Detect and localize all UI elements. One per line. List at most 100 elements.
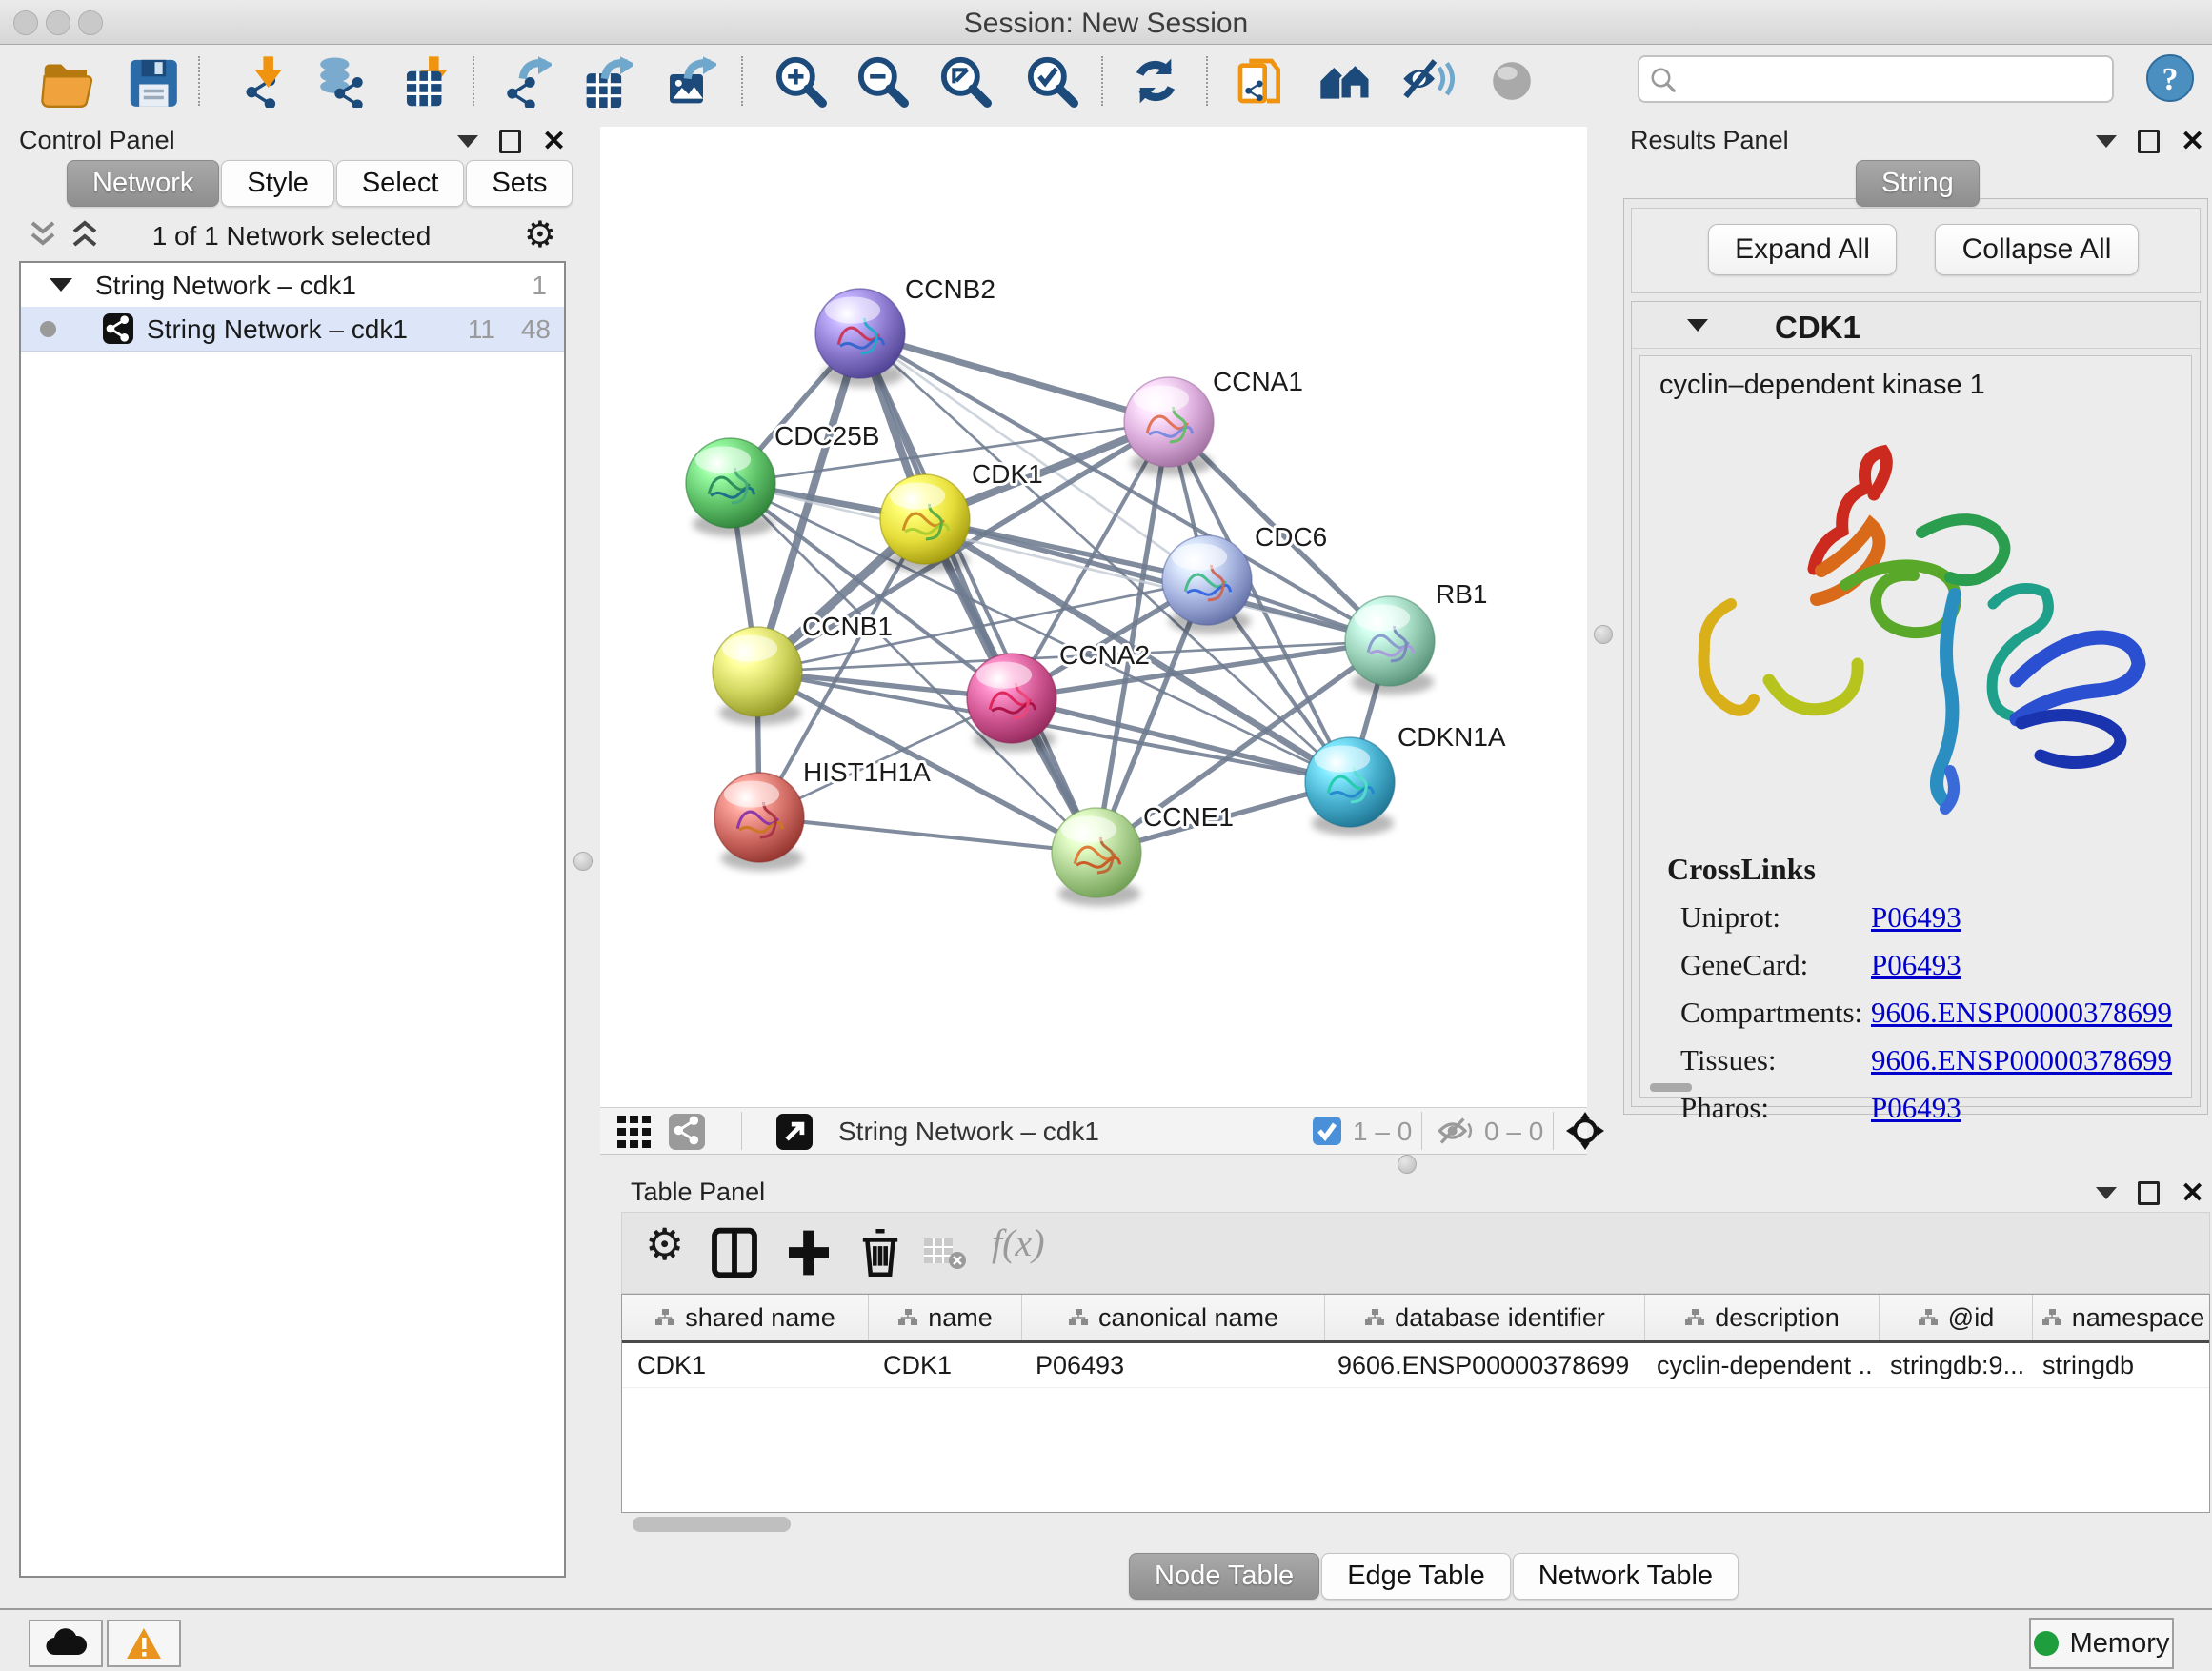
network-node-cdc25b[interactable]: CDC25B (686, 421, 879, 536)
network-node-ccnb1[interactable]: CCNB1 (713, 612, 893, 725)
column-header-name[interactable]: name (869, 1295, 1022, 1340)
results-scrollbar-thumb[interactable] (1650, 1083, 1692, 1092)
table-row[interactable]: CDK1CDK1P064939606.ENSP00000378699cyclin… (622, 1343, 2209, 1388)
column-visibility-icon[interactable] (710, 1226, 759, 1279)
hidden-count: 0 – 0 (1484, 1117, 1543, 1147)
control-panel-tabs: NetworkStyleSelectSets (67, 160, 574, 207)
tab-node-table[interactable]: Node Table (1129, 1553, 1319, 1600)
panel-close-icon[interactable]: ✕ (2181, 132, 2204, 151)
import-network-icon[interactable] (231, 54, 284, 108)
panel-menu-icon[interactable] (2096, 135, 2117, 148)
memory-button[interactable]: Memory (2029, 1618, 2174, 1669)
birdseye-grid-icon[interactable] (617, 1116, 652, 1148)
crosslink-label: Uniprot: (1667, 900, 1871, 935)
zoom-fit-icon[interactable] (938, 54, 992, 108)
import-table-icon[interactable] (398, 54, 452, 108)
export-network-icon[interactable] (498, 54, 552, 108)
panel-float-icon[interactable] (2138, 1181, 2160, 1205)
results-buttons-box: Expand All Collapse All (1631, 208, 2201, 293)
bottom-splitter-handle[interactable] (1398, 1155, 1417, 1174)
panel-close-icon[interactable]: ✕ (542, 132, 566, 151)
tab-network-table[interactable]: Network Table (1513, 1553, 1739, 1600)
gene-header-row[interactable]: CDK1 (1632, 302, 2200, 349)
zoom-in-icon[interactable] (774, 54, 827, 108)
fit-crosshair-icon[interactable] (1566, 1112, 1604, 1150)
hide-unhide-icon[interactable] (1401, 54, 1455, 108)
warnings-button[interactable] (107, 1620, 181, 1667)
clone-network-icon[interactable] (1234, 54, 1287, 108)
collapse-all-button[interactable]: Collapse All (1935, 224, 2139, 275)
gene-expander-icon[interactable] (1687, 319, 1708, 332)
column-header-shared-name[interactable]: shared name (622, 1295, 869, 1340)
tab-string[interactable]: String (1856, 160, 1980, 207)
zoom-selected-icon[interactable] (1025, 54, 1078, 108)
panel-menu-icon[interactable] (457, 135, 478, 148)
crosslink-link[interactable]: P06493 (1871, 900, 1961, 935)
node-table[interactable]: shared namenamecanonical namedatabase id… (621, 1294, 2210, 1513)
open-session-icon[interactable] (40, 54, 93, 108)
network-node-count: 11 (468, 314, 495, 345)
node-label-hist1h1a: HIST1H1A (803, 757, 931, 787)
table-settings-gear-icon[interactable]: ⚙ (645, 1218, 684, 1270)
network-edge[interactable] (860, 333, 1169, 422)
column-header--id[interactable]: @id (1880, 1295, 2033, 1340)
export-table-icon[interactable] (580, 54, 633, 108)
network-node-ccnb2[interactable]: CCNB2 (815, 274, 995, 387)
left-splitter-handle[interactable] (573, 852, 593, 871)
collection-expander-icon[interactable] (50, 278, 72, 292)
delete-column-icon[interactable] (856, 1226, 904, 1279)
tab-select[interactable]: Select (336, 160, 465, 207)
crosslink-label: Compartments: (1667, 996, 1871, 1030)
refresh-icon[interactable] (1129, 54, 1182, 108)
help-icon: ? (2145, 53, 2195, 103)
network-collection-row[interactable]: String Network – cdk1 1 (21, 263, 564, 307)
panel-float-icon[interactable] (2138, 130, 2160, 153)
table-scrollbar-thumb[interactable] (633, 1517, 791, 1532)
string-view-icon[interactable] (669, 1114, 705, 1150)
cloud-status-button[interactable] (29, 1620, 103, 1667)
tab-sets[interactable]: Sets (466, 160, 573, 207)
expand-all-button[interactable]: Expand All (1708, 224, 1897, 275)
gene-details: cyclin–dependent kinase 1 CrossL (1639, 355, 2192, 1098)
search-input[interactable] (1638, 55, 2114, 103)
network-node-ccne1[interactable]: CCNE1 (1052, 802, 1234, 906)
network-node-rb1[interactable]: RB1 (1345, 579, 1487, 695)
crosslink-link[interactable]: 9606.ENSP00000378699 (1871, 996, 2172, 1030)
network-row-selected[interactable]: String Network – cdk1 11 48 (21, 307, 564, 352)
help-button[interactable]: ? (2145, 53, 2195, 108)
tab-style[interactable]: Style (221, 160, 333, 207)
column-header-canonical-name[interactable]: canonical name (1022, 1295, 1325, 1340)
zoom-out-icon[interactable] (855, 54, 909, 108)
network-canvas[interactable]: CCNB2CCNA1CDC25BCDK1CDC6RB1CCNB1CCNA2CDK… (600, 127, 1587, 1107)
toolbar-separator (198, 56, 200, 106)
network-node-ccna1[interactable]: CCNA1 (1124, 367, 1303, 475)
panel-menu-icon[interactable] (2096, 1187, 2117, 1199)
network-options-gear-icon[interactable]: ⚙ (524, 213, 556, 256)
selected-checkbox-icon[interactable] (1313, 1117, 1341, 1145)
panel-float-icon[interactable] (499, 130, 521, 153)
column-header-namespace[interactable]: namespace (2033, 1295, 2212, 1340)
table-panel-tabs: Node TableEdge TableNetwork Table (1129, 1553, 1740, 1600)
crosslink-link[interactable]: P06493 (1871, 1091, 1961, 1125)
import-database-icon[interactable] (312, 54, 366, 108)
panel-close-icon[interactable]: ✕ (2181, 1184, 2204, 1203)
add-column-icon[interactable] (784, 1226, 834, 1279)
sphere-icon[interactable] (1485, 54, 1538, 108)
export-image-icon[interactable] (663, 54, 716, 108)
crosslink-link[interactable]: 9606.ENSP00000378699 (1871, 1043, 2172, 1077)
home-networks-icon[interactable] (1318, 54, 1372, 108)
save-session-icon[interactable] (125, 54, 178, 108)
network-node-cdkn1a[interactable]: CDKN1A (1305, 722, 1506, 836)
tab-edge-table[interactable]: Edge Table (1321, 1553, 1511, 1600)
tab-network[interactable]: Network (67, 160, 219, 207)
column-header-database-identifier[interactable]: database identifier (1325, 1295, 1645, 1340)
open-in-window-icon[interactable] (776, 1114, 813, 1150)
right-splitter-handle[interactable] (1594, 625, 1613, 644)
column-header-description[interactable]: description (1645, 1295, 1880, 1340)
network-graph[interactable]: CCNB2CCNA1CDC25BCDK1CDC6RB1CCNB1CCNA2CDK… (600, 127, 1587, 1107)
network-node-hist1h1a[interactable]: HIST1H1A (714, 757, 931, 871)
network-edge[interactable] (759, 817, 1096, 853)
svg-text:?: ? (2162, 62, 2179, 97)
crosslink-link[interactable]: P06493 (1871, 948, 1961, 982)
results-panel-window-buttons: ✕ (2096, 130, 2204, 153)
